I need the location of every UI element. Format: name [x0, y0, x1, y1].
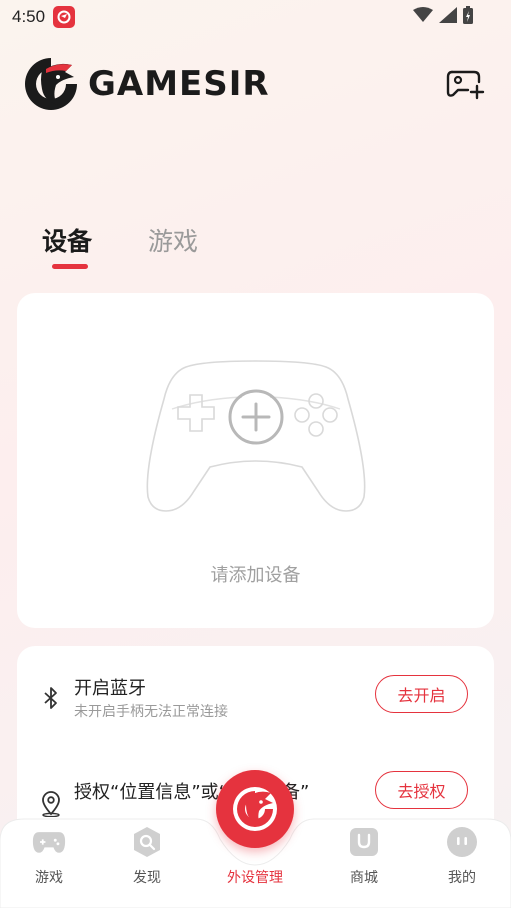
battery-charging-icon — [463, 6, 473, 28]
shop-icon — [347, 825, 381, 859]
tab-devices-label: 设备 — [42, 227, 93, 256]
tab-games[interactable]: 游戏 — [148, 222, 198, 258]
nav-label-profile: 我的 — [448, 870, 476, 886]
gamepad-icon — [32, 825, 66, 859]
nav-item-games[interactable]: 游戏 — [14, 825, 84, 887]
nav-item-shop[interactable]: 商城 — [329, 825, 399, 887]
enable-bluetooth-button[interactable]: 去开启 — [375, 675, 468, 713]
nav-item-profile[interactable]: 我的 — [427, 825, 497, 887]
bluetooth-icon — [39, 684, 63, 712]
add-device-label: 请添加设备 — [210, 565, 301, 586]
discover-icon — [130, 825, 164, 859]
peripherals-fab[interactable] — [216, 770, 294, 848]
status-bar: 4:50 — [0, 0, 511, 34]
bluetooth-title: 开启蓝牙 — [74, 678, 146, 699]
nav-label-shop: 商城 — [350, 870, 378, 886]
controller-add-icon — [146, 360, 366, 512]
grant-location-button[interactable]: 去授权 — [375, 771, 468, 809]
add-controller-button[interactable] — [444, 64, 488, 104]
bluetooth-subtitle: 未开启手柄无法正常连接 — [74, 704, 228, 720]
bluetooth-permission-row: 开启蓝牙 未开启手柄无法正常连接 去开启 — [17, 672, 494, 732]
wifi-icon — [413, 7, 433, 27]
tab-devices[interactable]: 设备 — [42, 222, 93, 269]
add-device-card[interactable]: 请添加设备 — [17, 293, 494, 628]
nav-label-games: 游戏 — [35, 870, 63, 886]
status-time: 4:50 — [12, 7, 46, 26]
add-controller-icon — [446, 70, 485, 100]
brand-name: GAMESIR — [88, 64, 270, 104]
nav-label-peripherals: 外设管理 — [227, 870, 283, 886]
app-notification-icon — [53, 6, 76, 28]
signal-icon — [439, 7, 457, 27]
location-icon — [39, 790, 63, 818]
profile-icon — [445, 825, 479, 859]
nav-label-discover: 发现 — [133, 870, 161, 886]
tab-games-label: 游戏 — [148, 227, 199, 256]
gamesir-eagle-icon — [233, 787, 277, 831]
tab-bar: 设备 游戏 — [42, 222, 198, 269]
nav-item-discover[interactable]: 发现 — [112, 825, 182, 887]
app-header: GAMESIR — [22, 54, 488, 114]
active-tab-indicator — [52, 264, 88, 269]
gamesir-logo-icon — [22, 55, 80, 113]
